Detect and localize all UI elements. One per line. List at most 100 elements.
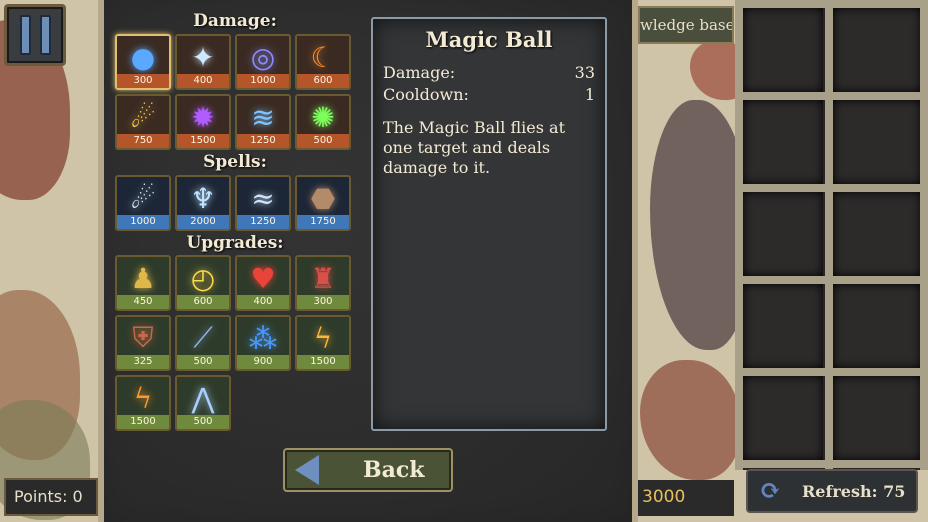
red-tower-icon: ♜ xyxy=(297,257,349,299)
whirlwind-icon: ≋ xyxy=(237,96,289,138)
spells-item[interactable]: ♆ 2000 xyxy=(175,175,231,231)
shield-icon: ⛨ xyxy=(117,317,169,359)
inventory-slot[interactable] xyxy=(833,284,921,368)
cost-label: 1500 xyxy=(177,134,229,148)
cost-label: 450 xyxy=(117,295,169,309)
damage-item[interactable]: ◎ 1000 xyxy=(235,34,291,90)
damage-item[interactable]: ✺ 500 xyxy=(295,94,351,150)
spells-item[interactable]: ⬣ 1750 xyxy=(295,175,351,231)
damage-stat-value: 33 xyxy=(574,63,595,82)
inventory-grid xyxy=(735,0,928,470)
cost-label: 750 xyxy=(117,134,169,148)
inventory-slot[interactable] xyxy=(743,192,823,276)
refresh-button[interactable]: ⟳ Refresh: 75 xyxy=(746,469,918,513)
acid-splash-icon: ✺ xyxy=(297,96,349,138)
blue-orbs-icon: ⁂ xyxy=(237,317,289,359)
cost-label: 500 xyxy=(177,415,229,429)
upgrades-item[interactable]: ⟋ 500 xyxy=(175,315,231,371)
refresh-icon: ⟳ xyxy=(759,476,781,506)
spells-item[interactable]: ≈1250 xyxy=(235,175,291,231)
upgrades-item[interactable]: ϟ 1500 xyxy=(115,375,171,431)
cost-label: 1250 xyxy=(237,215,289,229)
cost-label: 600 xyxy=(297,74,349,88)
spells-section-title: Spells: xyxy=(203,152,267,172)
inventory-slot[interactable] xyxy=(833,376,921,460)
earth-rock-icon: ⬣ xyxy=(297,177,349,219)
ice-shards-icon: ✦ xyxy=(177,36,229,78)
damage-item[interactable]: ≋ 1250 xyxy=(235,94,291,150)
damage-stat-label: Damage: xyxy=(383,63,456,82)
cost-label: 325 xyxy=(117,355,169,369)
damage-item[interactable]: ✦ 400 xyxy=(175,34,231,90)
cooldown-stat-value: 1 xyxy=(584,85,595,104)
upgrades-item[interactable]: ♥ 400 xyxy=(235,255,291,311)
purple-blast-icon: ✹ xyxy=(177,96,229,138)
ice-spikes-icon: ♆ xyxy=(177,177,229,219)
back-button[interactable]: Back xyxy=(283,448,453,492)
cost-label: 1250 xyxy=(237,134,289,148)
inventory-slot[interactable] xyxy=(743,8,823,92)
inventory-slot[interactable] xyxy=(833,8,921,92)
blue-spear-icon: ⟋ xyxy=(177,317,229,359)
damage-section-title: Damage: xyxy=(193,11,277,31)
golden-golem-icon: ♟ xyxy=(117,257,169,299)
cost-label: 2000 xyxy=(177,215,229,229)
cost-label: 1500 xyxy=(297,355,349,369)
cost-label: 300 xyxy=(297,295,349,309)
fire-claw-icon: ☾ xyxy=(297,36,349,78)
upgrades-item[interactable]: ⁂ 900 xyxy=(235,315,291,371)
cost-label: 400 xyxy=(177,74,229,88)
damage-item[interactable]: ☾ 600 xyxy=(295,34,351,90)
inventory-slot[interactable] xyxy=(743,100,823,184)
damage-item[interactable]: ● 300 xyxy=(115,34,171,90)
spells-item[interactable]: ☄ 1000 xyxy=(115,175,171,231)
cooldown-stat: Cooldown: 1 xyxy=(383,84,595,106)
heart-icon: ♥ xyxy=(237,257,289,299)
pause-icon xyxy=(19,15,31,55)
cost-label: 1000 xyxy=(237,74,289,88)
inventory-slot[interactable] xyxy=(833,192,921,276)
cost-label: 500 xyxy=(177,355,229,369)
detail-title: Magic Ball xyxy=(425,27,553,52)
cost-label: 400 xyxy=(237,295,289,309)
inventory-slot[interactable] xyxy=(743,284,823,368)
upgrades-item[interactable]: ♟ 450 xyxy=(115,255,171,311)
upgrades-item[interactable]: ⛨ 325 xyxy=(115,315,171,371)
damage-item[interactable]: ✹ 1500 xyxy=(175,94,231,150)
detail-panel: Magic Ball Damage: 33 Cooldown: 1 The Ma… xyxy=(371,17,607,431)
upgrades-section-title: Upgrades: xyxy=(186,233,284,253)
cost-label: 1000 xyxy=(117,215,169,229)
gold-display: 3000 xyxy=(638,480,734,516)
knowledge-base-tab[interactable]: wledge base xyxy=(638,6,734,44)
inventory-slot[interactable] xyxy=(833,100,921,184)
lightning-burst-icon: ϟ xyxy=(117,377,169,419)
wind-wave-icon: ≈ xyxy=(237,177,289,219)
upgrades-item[interactable]: ⋀ 500 xyxy=(175,375,231,431)
detail-description: The Magic Ball flies at one target and d… xyxy=(383,118,565,177)
cost-label: 900 xyxy=(237,355,289,369)
cooldown-stat-label: Cooldown: xyxy=(383,85,469,104)
frost-comet-icon: ☄ xyxy=(117,177,169,219)
lightning-ring-icon: ◎ xyxy=(237,36,289,78)
magic-ball-icon: ● xyxy=(117,36,169,78)
back-button-label: Back xyxy=(363,457,425,483)
cost-label: 300 xyxy=(117,74,169,88)
fire-comet-icon: ☄ xyxy=(117,96,169,138)
points-display: Points: 0 xyxy=(4,478,98,516)
cost-label: 1750 xyxy=(297,215,349,229)
upgrades-item[interactable]: ϟ 1500 xyxy=(295,315,351,371)
cost-label: 1500 xyxy=(117,415,169,429)
golden-clock-icon: ◴ xyxy=(177,257,229,299)
upgrades-item[interactable]: ♜ 300 xyxy=(295,255,351,311)
lightning-bolts-icon: ϟ xyxy=(297,317,349,359)
refresh-label: Refresh: 75 xyxy=(802,481,906,501)
upgrades-item[interactable]: ◴ 600 xyxy=(175,255,231,311)
inventory-slot[interactable] xyxy=(743,376,823,460)
cost-label: 500 xyxy=(297,134,349,148)
back-arrow-icon xyxy=(295,455,319,485)
damage-item[interactable]: ☄ 750 xyxy=(115,94,171,150)
damage-stat: Damage: 33 xyxy=(383,62,595,84)
pause-button[interactable] xyxy=(4,4,66,66)
ice-crystals-icon: ⋀ xyxy=(177,377,229,419)
cost-label: 600 xyxy=(177,295,229,309)
